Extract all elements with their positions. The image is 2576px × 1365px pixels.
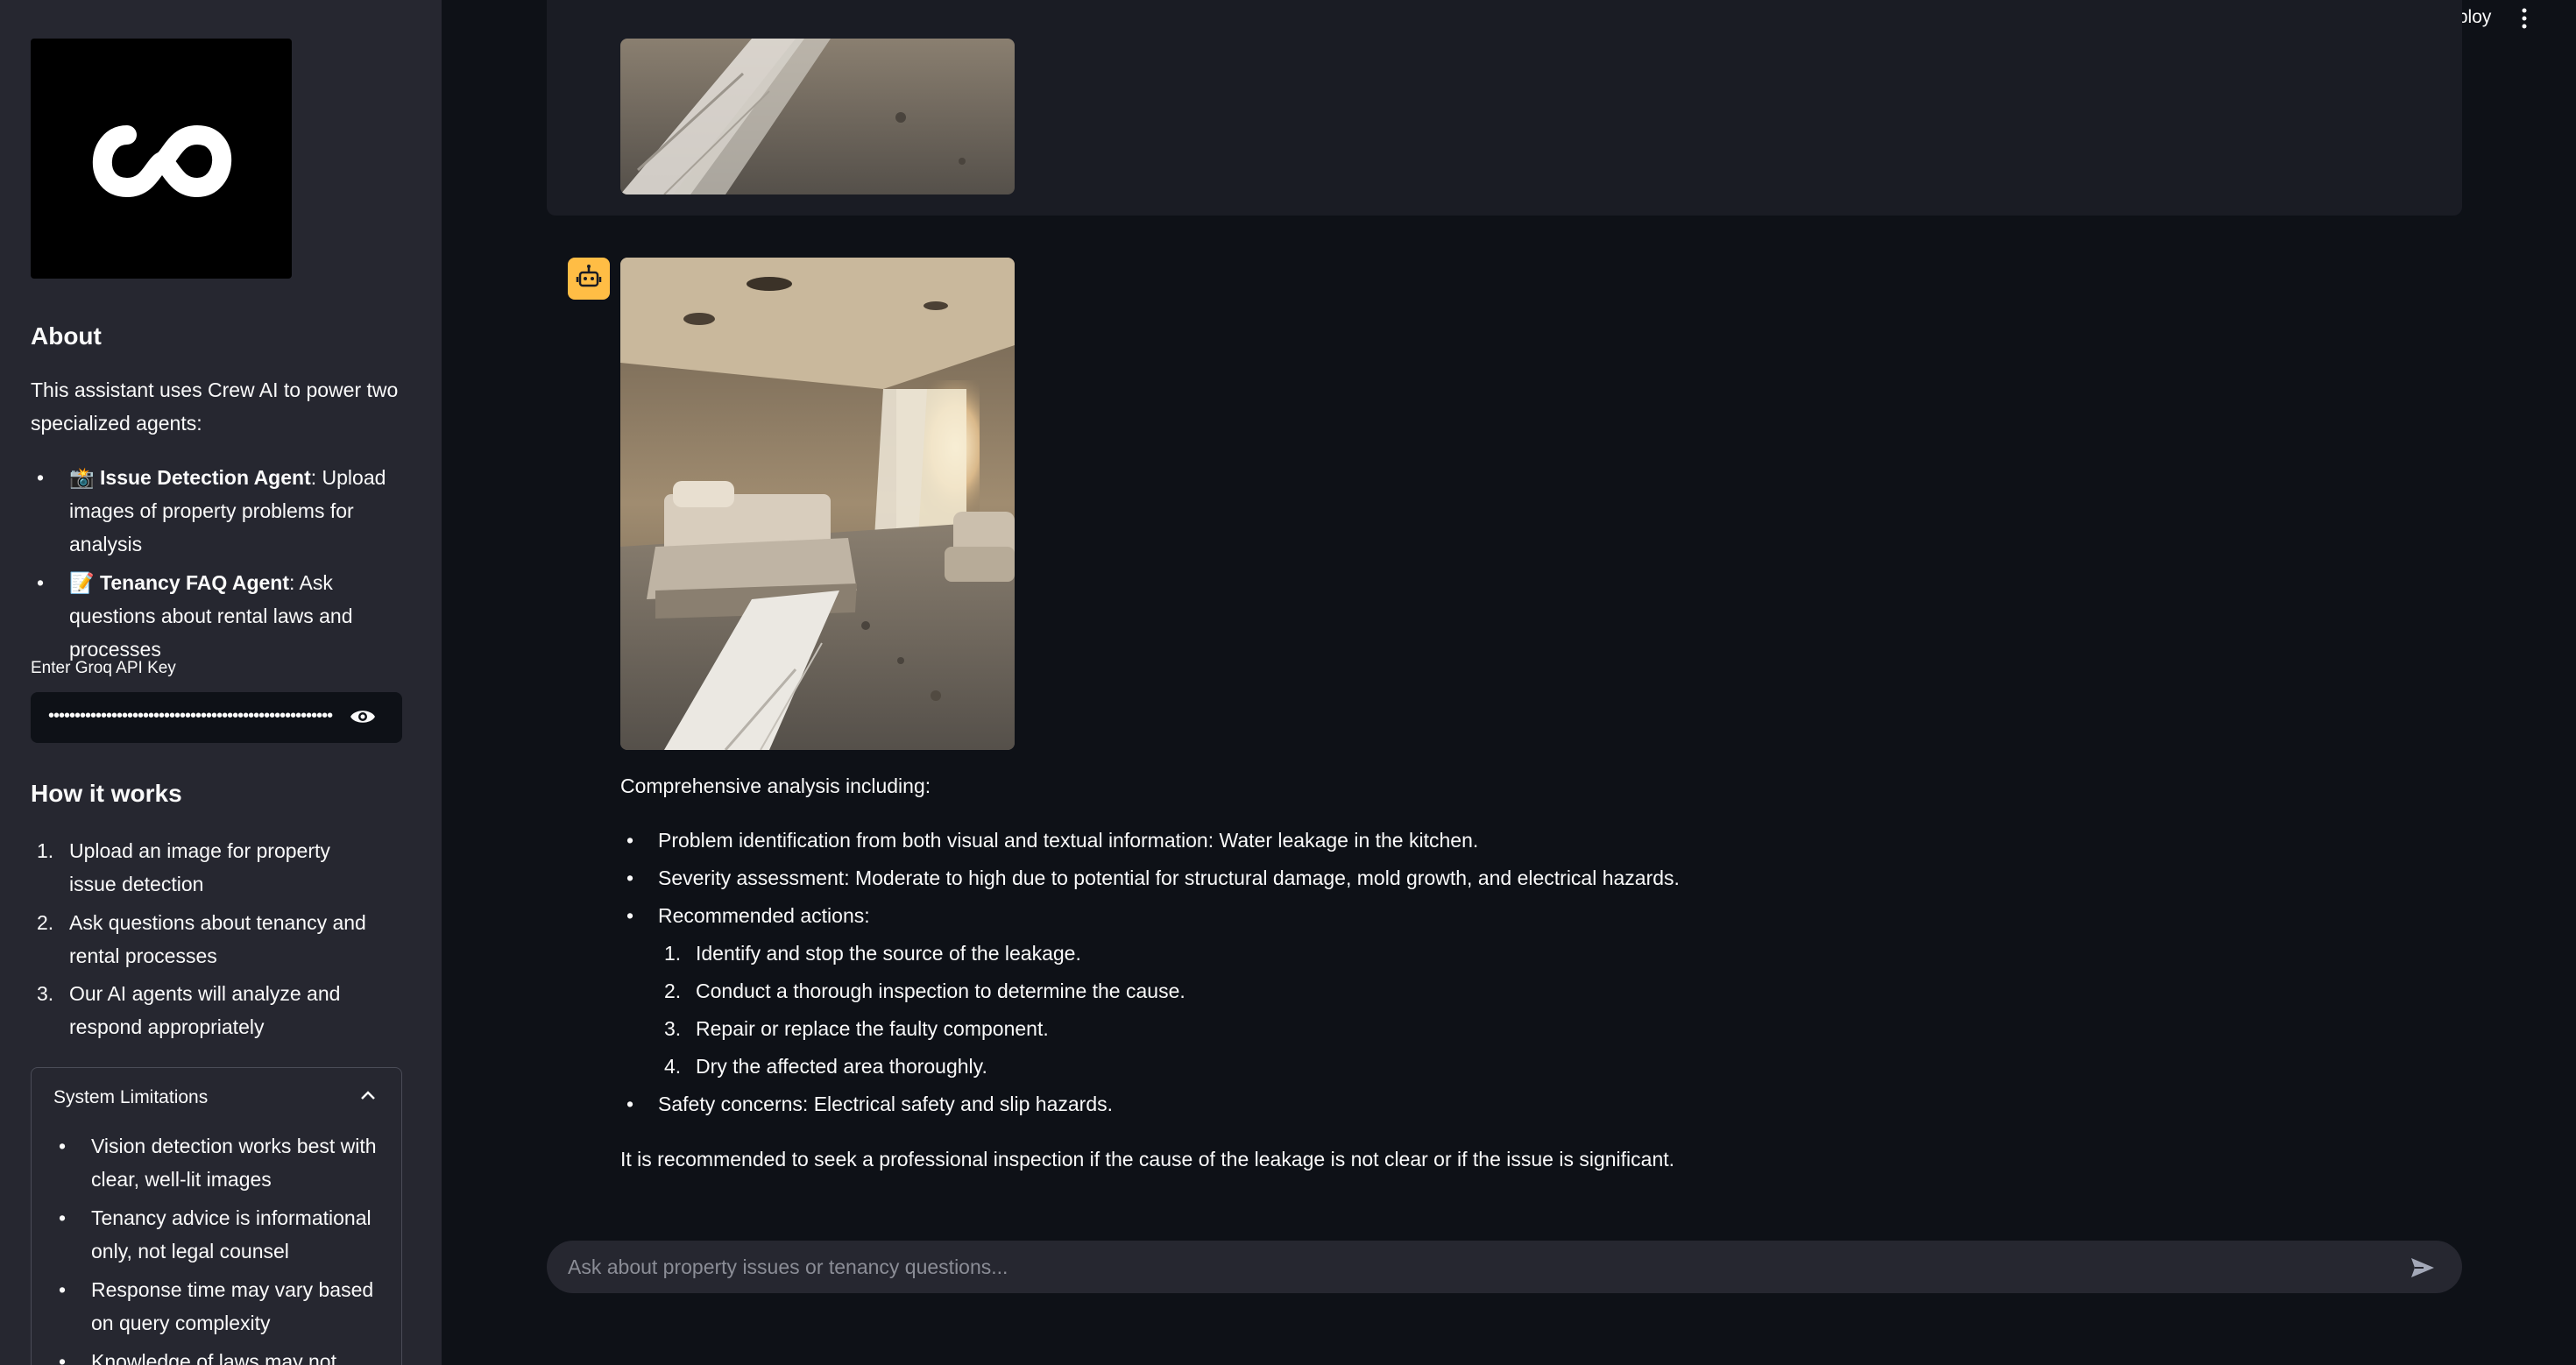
limitation-item: Knowledge of laws may not xyxy=(59,1345,380,1365)
agent-name: Issue Detection Agent xyxy=(100,466,311,489)
action-item: 3. Repair or replace the faulty component… xyxy=(664,1017,1049,1040)
step-item: 2. Ask questions about tenancy and rental… xyxy=(37,911,366,967)
assistant-avatar xyxy=(568,258,610,300)
agent-item-tenancy-faq: 📝 Tenancy FAQ Agent: Ask questions about… xyxy=(37,566,411,666)
send-icon[interactable] xyxy=(2410,1256,2436,1279)
how-it-works-heading: How it works xyxy=(31,780,182,807)
memo-icon: 📝 xyxy=(69,571,95,594)
main-menu-kebab-icon[interactable] xyxy=(2520,7,2529,30)
analysis-bullet: Severity assessment: Moderate to high du… xyxy=(626,866,1680,890)
analysis-bullet: Safety concerns: Electrical safety and s… xyxy=(626,1093,1113,1116)
chat-input[interactable]: Ask about property issues or tenancy que… xyxy=(547,1241,2462,1293)
about-heading: About xyxy=(31,322,102,350)
uploaded-image-partial xyxy=(620,39,1015,194)
limitation-item: Vision detection works best with clear, … xyxy=(59,1129,380,1196)
expander-title[interactable]: System Limitations xyxy=(53,1087,208,1108)
api-key-label: Enter Groq API Key xyxy=(31,659,176,677)
robot-icon xyxy=(576,265,602,287)
agent-name: Tenancy FAQ Agent xyxy=(100,571,290,594)
analyzed-room-image xyxy=(620,258,1015,750)
app-logo xyxy=(31,39,292,279)
show-password-eye-icon[interactable] xyxy=(350,706,376,727)
action-item: 2. Conduct a thorough inspection to deter… xyxy=(664,980,1185,1002)
sidebar: About This assistant uses Crew AI to pow… xyxy=(0,0,442,1365)
analysis-intro: Comprehensive analysis including: xyxy=(620,774,931,797)
chevron-up-icon[interactable] xyxy=(359,1089,377,1101)
agent-item-issue-detection: 📸 Issue Detection Agent: Upload images o… xyxy=(37,461,411,561)
limitation-item: Response time may vary based on query co… xyxy=(59,1273,380,1340)
action-item: 1. Identify and stop the source of the le… xyxy=(664,942,1081,965)
analysis-closing: It is recommended to seek a professional… xyxy=(620,1148,1675,1171)
camera-icon: 📸 xyxy=(69,466,95,489)
user-message xyxy=(547,0,2462,216)
infinity-logo-icon xyxy=(92,124,232,198)
step-item: 1. Upload an image for property issue det… xyxy=(37,839,330,895)
limitation-item: Tenancy advice is informational only, no… xyxy=(59,1201,380,1268)
analysis-bullet: Recommended actions: xyxy=(626,904,870,928)
analysis-bullet: Problem identification from both visual … xyxy=(626,829,1478,852)
step-item: 3. Our AI agents will analyze and respond… xyxy=(37,982,341,1038)
chat-input-placeholder[interactable]: Ask about property issues or tenancy que… xyxy=(568,1255,1008,1279)
system-limitations-expander[interactable]: System Limitations Vision detection work… xyxy=(31,1067,402,1365)
api-key-input[interactable]: ••••••••••••••••••••••••••••••••••••••••… xyxy=(31,692,402,743)
action-item: 4. Dry the affected area thoroughly. xyxy=(664,1055,987,1078)
api-key-value[interactable]: ••••••••••••••••••••••••••••••••••••••••… xyxy=(48,706,357,726)
about-text: This assistant uses Crew AI to power two… xyxy=(31,378,399,435)
